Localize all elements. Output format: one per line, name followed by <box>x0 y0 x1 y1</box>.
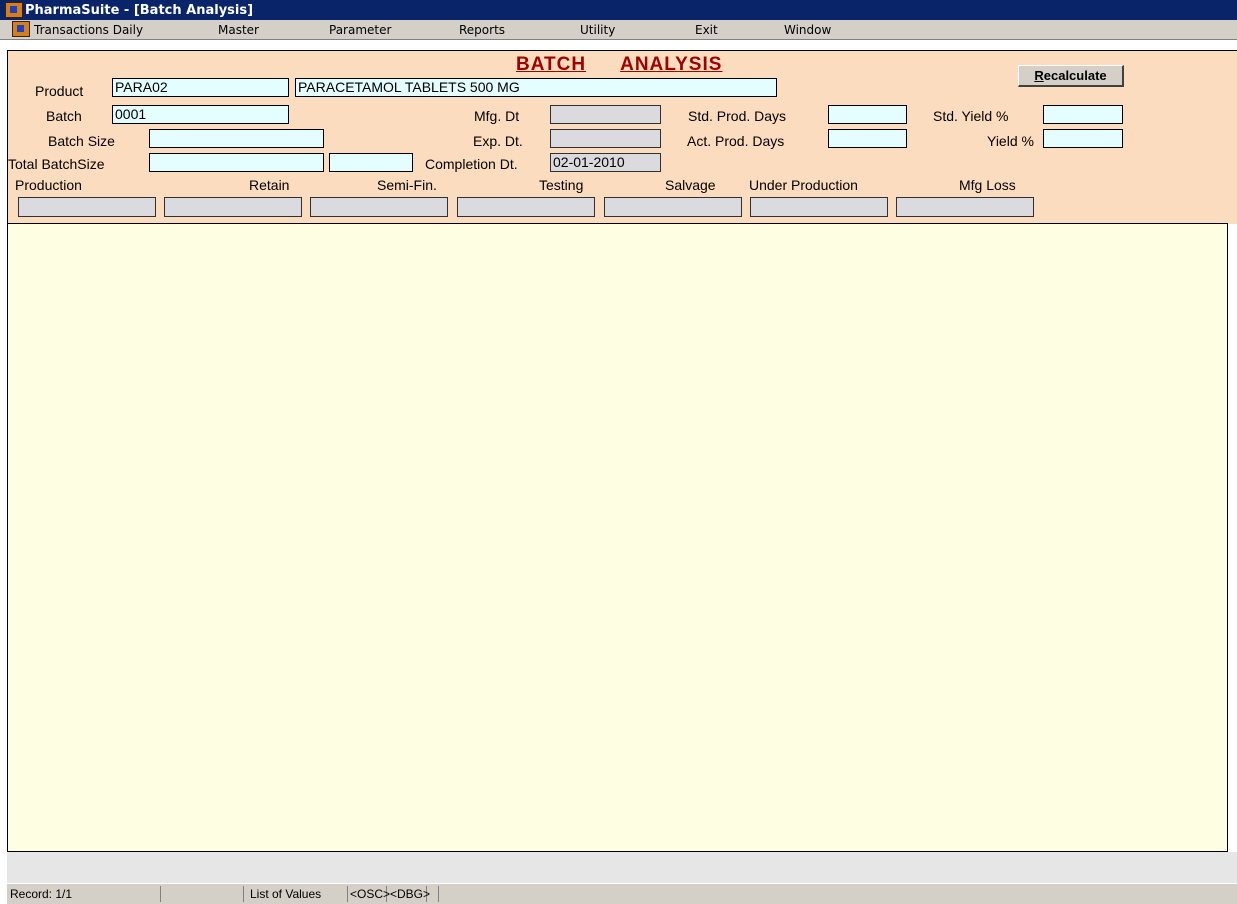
form-title: BATCH ANALYSIS <box>516 54 722 76</box>
batch-size-field[interactable] <box>149 129 324 148</box>
menu-window[interactable]: Window <box>784 23 831 37</box>
recalculate-mnemonic: R <box>1034 68 1044 83</box>
testing-header: Testing <box>539 177 584 193</box>
std-yield-field[interactable] <box>1043 105 1123 124</box>
batch-field[interactable]: 0001 <box>112 105 289 124</box>
menu-app-icon[interactable] <box>12 21 30 37</box>
batch-label: Batch <box>46 108 82 124</box>
std-yield-label: Std. Yield % <box>933 108 1009 124</box>
testing-field[interactable] <box>457 197 595 217</box>
semi-fin-field[interactable] <box>310 197 448 217</box>
recalculate-button[interactable]: Recalculate <box>1018 65 1124 87</box>
app-icon <box>5 2 23 18</box>
production-field[interactable] <box>18 197 156 217</box>
act-prod-days-label: Act. Prod. Days <box>687 133 785 149</box>
completion-dt-field[interactable]: 02-01-2010 <box>550 153 661 172</box>
completion-dt-label: Completion Dt. <box>425 156 518 172</box>
status-dbg: <DBG> <box>390 886 431 902</box>
mfg-loss-header: Mfg Loss <box>959 177 1016 193</box>
retain-field[interactable] <box>164 197 302 217</box>
total-batch-size-label: Total BatchSize <box>8 156 105 172</box>
act-prod-days-field[interactable] <box>828 129 907 148</box>
std-prod-days-label: Std. Prod. Days <box>688 108 787 124</box>
menu-utility[interactable]: Utility <box>580 23 615 37</box>
batch-header-panel: BATCH ANALYSIS Recalculate Product PARA02… <box>7 50 1237 224</box>
status-osc: <OSC> <box>350 886 391 902</box>
status-list-of-values: List of Values <box>250 886 348 902</box>
exp-dt-label: Exp. Dt. <box>473 133 523 149</box>
detail-area <box>7 223 1228 852</box>
salvage-field[interactable] <box>604 197 742 217</box>
product-code-field[interactable]: PARA02 <box>112 78 289 97</box>
yield-label: Yield % <box>987 133 1034 149</box>
menu-exit[interactable]: Exit <box>695 23 718 37</box>
title-bar: PharmaSuite - [Batch Analysis] <box>0 0 1237 20</box>
status-record: Record: 1/1 <box>10 886 161 902</box>
status-bar: Record: 1/1 List of Values <OSC> <DBG> <box>7 883 1237 904</box>
recalculate-label: ecalculate <box>1043 68 1107 83</box>
yield-field[interactable] <box>1043 129 1123 148</box>
total-batch-size-unit-field[interactable] <box>329 153 413 172</box>
form-title-batch: BATCH <box>516 54 587 75</box>
menu-reports[interactable]: Reports <box>459 23 505 37</box>
exp-dt-field[interactable] <box>550 129 661 148</box>
menu-parameter[interactable]: Parameter <box>329 23 391 37</box>
salvage-header: Salvage <box>665 177 716 193</box>
status-blank <box>165 886 244 902</box>
menu-transactions-daily[interactable]: Transactions Daily <box>34 23 143 37</box>
product-name-field[interactable]: PARACETAMOL TABLETS 500 MG <box>295 78 777 97</box>
production-header: Production <box>15 177 82 193</box>
semi-fin-header: Semi-Fin. <box>377 177 437 193</box>
batch-size-label: Batch Size <box>48 133 115 149</box>
menu-bar: Transactions Daily Master Parameter Repo… <box>0 20 1237 40</box>
mfg-dt-field[interactable] <box>550 105 661 124</box>
under-production-header: Under Production <box>749 177 858 193</box>
retain-header: Retain <box>249 177 290 193</box>
form-title-analysis: ANALYSIS <box>620 54 723 75</box>
under-production-field[interactable] <box>750 197 888 217</box>
window-title: PharmaSuite - [Batch Analysis] <box>25 3 254 18</box>
product-label: Product <box>35 83 84 99</box>
std-prod-days-field[interactable] <box>828 105 907 124</box>
mfg-dt-label: Mfg. Dt <box>474 108 520 124</box>
status-spacer <box>430 886 439 902</box>
mfg-loss-field[interactable] <box>896 197 1034 217</box>
total-batch-size-field[interactable] <box>149 153 324 172</box>
menu-master[interactable]: Master <box>218 23 259 37</box>
